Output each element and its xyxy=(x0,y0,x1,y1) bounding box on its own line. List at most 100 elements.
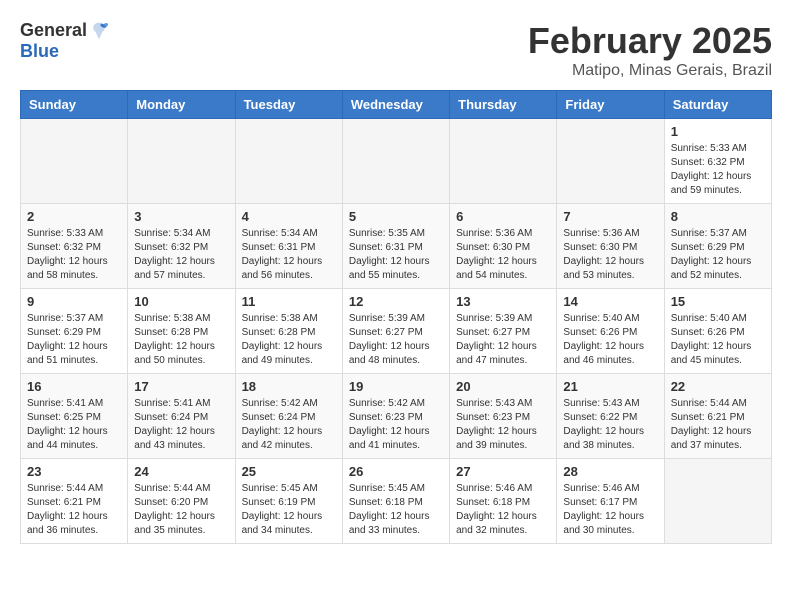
day-info: Sunrise: 5:46 AM Sunset: 6:17 PM Dayligh… xyxy=(563,482,657,538)
day-number: 11 xyxy=(242,294,336,309)
day-number: 27 xyxy=(456,464,550,479)
day-number: 7 xyxy=(563,209,657,224)
calendar-cell: 11 Sunrise: 5:38 AM Sunset: 6:28 PM Dayli… xyxy=(235,289,342,374)
title-section: February 2025 Matipo, Minas Gerais, Braz… xyxy=(528,20,772,80)
day-info: Sunrise: 5:41 AM Sunset: 6:25 PM Dayligh… xyxy=(27,397,121,453)
calendar-cell: 16 Sunrise: 5:41 AM Sunset: 6:25 PM Dayli… xyxy=(21,374,128,459)
calendar-cell: 1 Sunrise: 5:33 AM Sunset: 6:32 PM Daylig… xyxy=(664,119,771,204)
day-info: Sunrise: 5:33 AM Sunset: 6:32 PM Dayligh… xyxy=(671,142,765,198)
header-wednesday: Wednesday xyxy=(342,91,449,119)
day-number: 15 xyxy=(671,294,765,309)
day-info: Sunrise: 5:39 AM Sunset: 6:27 PM Dayligh… xyxy=(349,312,443,368)
day-number: 1 xyxy=(671,124,765,139)
day-number: 5 xyxy=(349,209,443,224)
week-row-3: 16 Sunrise: 5:41 AM Sunset: 6:25 PM Dayli… xyxy=(21,374,772,459)
day-number: 14 xyxy=(563,294,657,309)
day-info: Sunrise: 5:44 AM Sunset: 6:21 PM Dayligh… xyxy=(671,397,765,453)
day-info: Sunrise: 5:44 AM Sunset: 6:20 PM Dayligh… xyxy=(134,482,228,538)
logo-blue-text: Blue xyxy=(20,41,59,62)
calendar-cell: 21 Sunrise: 5:43 AM Sunset: 6:22 PM Dayli… xyxy=(557,374,664,459)
day-number: 16 xyxy=(27,379,121,394)
calendar-cell: 4 Sunrise: 5:34 AM Sunset: 6:31 PM Daylig… xyxy=(235,204,342,289)
calendar-cell: 22 Sunrise: 5:44 AM Sunset: 6:21 PM Dayli… xyxy=(664,374,771,459)
day-number: 26 xyxy=(349,464,443,479)
day-number: 22 xyxy=(671,379,765,394)
day-info: Sunrise: 5:40 AM Sunset: 6:26 PM Dayligh… xyxy=(563,312,657,368)
calendar-cell: 5Sunrise: 5:35 AM Sunset: 6:31 PM Daylig… xyxy=(342,204,449,289)
calendar-cell xyxy=(342,119,449,204)
calendar-cell: 25Sunrise: 5:45 AM Sunset: 6:19 PM Dayli… xyxy=(235,459,342,544)
calendar-cell: 6 Sunrise: 5:36 AM Sunset: 6:30 PM Daylig… xyxy=(450,204,557,289)
day-number: 23 xyxy=(27,464,121,479)
day-number: 24 xyxy=(134,464,228,479)
header-saturday: Saturday xyxy=(664,91,771,119)
day-info: Sunrise: 5:45 AM Sunset: 6:18 PM Dayligh… xyxy=(349,482,443,538)
day-info: Sunrise: 5:42 AM Sunset: 6:24 PM Dayligh… xyxy=(242,397,336,453)
day-info: Sunrise: 5:37 AM Sunset: 6:29 PM Dayligh… xyxy=(671,227,765,283)
day-info: Sunrise: 5:36 AM Sunset: 6:30 PM Dayligh… xyxy=(563,227,657,283)
calendar-cell: 8 Sunrise: 5:37 AM Sunset: 6:29 PM Daylig… xyxy=(664,204,771,289)
calendar-cell: 15 Sunrise: 5:40 AM Sunset: 6:26 PM Dayli… xyxy=(664,289,771,374)
calendar-cell xyxy=(450,119,557,204)
calendar-cell: 14 Sunrise: 5:40 AM Sunset: 6:26 PM Dayli… xyxy=(557,289,664,374)
day-number: 4 xyxy=(242,209,336,224)
month-title: February 2025 xyxy=(528,20,772,62)
day-info: Sunrise: 5:43 AM Sunset: 6:23 PM Dayligh… xyxy=(456,397,550,453)
calendar-cell xyxy=(235,119,342,204)
day-info: Sunrise: 5:39 AM Sunset: 6:27 PM Dayligh… xyxy=(456,312,550,368)
day-number: 9 xyxy=(27,294,121,309)
calendar-cell: 20 Sunrise: 5:43 AM Sunset: 6:23 PM Dayli… xyxy=(450,374,557,459)
calendar-cell xyxy=(128,119,235,204)
calendar-cell: 23 Sunrise: 5:44 AM Sunset: 6:21 PM Dayli… xyxy=(21,459,128,544)
day-info: Sunrise: 5:41 AM Sunset: 6:24 PM Dayligh… xyxy=(134,397,228,453)
day-number: 25 xyxy=(242,464,336,479)
day-number: 28 xyxy=(563,464,657,479)
day-number: 12 xyxy=(349,294,443,309)
day-info: Sunrise: 5:38 AM Sunset: 6:28 PM Dayligh… xyxy=(134,312,228,368)
day-number: 13 xyxy=(456,294,550,309)
day-number: 20 xyxy=(456,379,550,394)
day-number: 18 xyxy=(242,379,336,394)
day-info: Sunrise: 5:42 AM Sunset: 6:23 PM Dayligh… xyxy=(349,397,443,453)
logo-bird-icon xyxy=(89,21,109,41)
calendar-cell: 12 Sunrise: 5:39 AM Sunset: 6:27 PM Dayli… xyxy=(342,289,449,374)
day-number: 10 xyxy=(134,294,228,309)
day-info: Sunrise: 5:46 AM Sunset: 6:18 PM Dayligh… xyxy=(456,482,550,538)
day-info: Sunrise: 5:44 AM Sunset: 6:21 PM Dayligh… xyxy=(27,482,121,538)
header-row: SundayMondayTuesdayWednesdayThursdayFrid… xyxy=(21,91,772,119)
calendar-cell xyxy=(21,119,128,204)
header-sunday: Sunday xyxy=(21,91,128,119)
day-number: 19 xyxy=(349,379,443,394)
week-row-2: 9Sunrise: 5:37 AM Sunset: 6:29 PM Daylig… xyxy=(21,289,772,374)
week-row-4: 23 Sunrise: 5:44 AM Sunset: 6:21 PM Dayli… xyxy=(21,459,772,544)
page-header: General Blue February 2025 Matipo, Minas… xyxy=(20,20,772,80)
calendar-cell xyxy=(664,459,771,544)
calendar-cell: 2Sunrise: 5:33 AM Sunset: 6:32 PM Daylig… xyxy=(21,204,128,289)
calendar-cell: 10 Sunrise: 5:38 AM Sunset: 6:28 PM Dayli… xyxy=(128,289,235,374)
day-info: Sunrise: 5:34 AM Sunset: 6:32 PM Dayligh… xyxy=(134,227,228,283)
header-tuesday: Tuesday xyxy=(235,91,342,119)
header-friday: Friday xyxy=(557,91,664,119)
day-info: Sunrise: 5:40 AM Sunset: 6:26 PM Dayligh… xyxy=(671,312,765,368)
calendar-cell: 17 Sunrise: 5:41 AM Sunset: 6:24 PM Dayli… xyxy=(128,374,235,459)
day-number: 8 xyxy=(671,209,765,224)
header-monday: Monday xyxy=(128,91,235,119)
logo: General Blue xyxy=(20,20,109,62)
calendar-cell: 9Sunrise: 5:37 AM Sunset: 6:29 PM Daylig… xyxy=(21,289,128,374)
week-row-1: 2Sunrise: 5:33 AM Sunset: 6:32 PM Daylig… xyxy=(21,204,772,289)
day-number: 17 xyxy=(134,379,228,394)
day-number: 21 xyxy=(563,379,657,394)
day-number: 6 xyxy=(456,209,550,224)
day-info: Sunrise: 5:38 AM Sunset: 6:28 PM Dayligh… xyxy=(242,312,336,368)
calendar-cell: 26 Sunrise: 5:45 AM Sunset: 6:18 PM Dayli… xyxy=(342,459,449,544)
day-info: Sunrise: 5:43 AM Sunset: 6:22 PM Dayligh… xyxy=(563,397,657,453)
calendar-cell: 13 Sunrise: 5:39 AM Sunset: 6:27 PM Dayli… xyxy=(450,289,557,374)
calendar-table: SundayMondayTuesdayWednesdayThursdayFrid… xyxy=(20,90,772,544)
day-info: Sunrise: 5:34 AM Sunset: 6:31 PM Dayligh… xyxy=(242,227,336,283)
calendar-cell: 18 Sunrise: 5:42 AM Sunset: 6:24 PM Dayli… xyxy=(235,374,342,459)
calendar-cell: 7 Sunrise: 5:36 AM Sunset: 6:30 PM Daylig… xyxy=(557,204,664,289)
calendar-cell: 24 Sunrise: 5:44 AM Sunset: 6:20 PM Dayli… xyxy=(128,459,235,544)
day-info: Sunrise: 5:36 AM Sunset: 6:30 PM Dayligh… xyxy=(456,227,550,283)
calendar-cell: 28 Sunrise: 5:46 AM Sunset: 6:17 PM Dayli… xyxy=(557,459,664,544)
calendar-cell: 19 Sunrise: 5:42 AM Sunset: 6:23 PM Dayli… xyxy=(342,374,449,459)
